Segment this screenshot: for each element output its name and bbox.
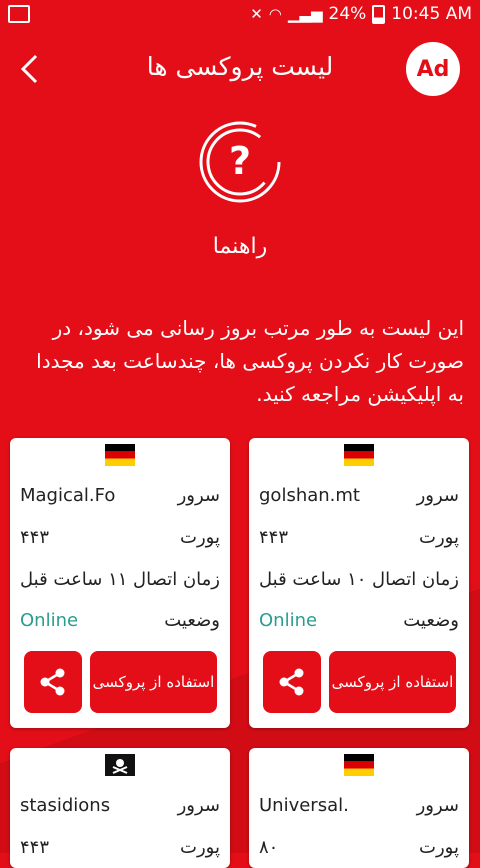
use-proxy-button[interactable]: استفاده از پروکسی	[329, 651, 456, 713]
ad-button[interactable]: Ad	[406, 42, 460, 96]
status-bar: ✕ ◠ ▁▃▅ 24% 10:45 AM	[0, 0, 480, 32]
wifi-icon: ◠	[268, 5, 282, 23]
germany-flag-icon	[344, 754, 374, 776]
svg-text:?: ?	[229, 139, 251, 183]
server-label: سرور	[177, 795, 220, 816]
use-proxy-button[interactable]: استفاده از پروکسی	[90, 651, 217, 713]
server-value: stasidions	[20, 795, 111, 816]
help-icon[interactable]: ?	[196, 118, 284, 206]
germany-flag-icon	[344, 444, 374, 466]
share-icon	[279, 668, 304, 696]
server-value: golshan.mt	[259, 485, 360, 506]
server-value: Magical.Fo	[20, 485, 116, 506]
port-value: ۴۴۳	[20, 527, 50, 548]
share-button[interactable]	[263, 651, 321, 713]
info-text: این لیست به طور مرتب بروز رسانی می شود، …	[36, 316, 464, 406]
server-label: سرور	[177, 485, 220, 506]
pirate-flag-icon	[105, 754, 135, 776]
germany-flag-icon	[105, 444, 135, 466]
port-label: پورت	[419, 527, 459, 548]
server-label: سرور	[416, 795, 459, 816]
status-value: Online	[20, 610, 79, 631]
connect-time-value: ۱۱ ساعت قبل	[20, 569, 128, 590]
battery-icon	[372, 4, 386, 24]
port-value: ۴۴۳	[20, 837, 50, 858]
app-bar: لیست پروکسی ها Ad	[0, 32, 480, 108]
status-label: وضعیت	[403, 610, 459, 631]
signal-icon: ▁▃▅	[287, 5, 323, 23]
status-label: وضعیت	[164, 610, 220, 631]
port-label: پورت	[180, 527, 220, 548]
proxy-card: سرور stasidions پورت ۴۴۳	[10, 748, 230, 868]
connect-time-label: زمان اتصال	[133, 569, 220, 590]
proxy-card: سرور Magical.Fo پورت ۴۴۳ زمان اتصال ۱۱ س…	[10, 438, 230, 728]
server-label: سرور	[416, 485, 459, 506]
connect-time-label: زمان اتصال	[372, 569, 459, 590]
port-label: پورت	[419, 837, 459, 858]
battery-text: 24%	[328, 4, 367, 24]
share-icon	[40, 668, 65, 696]
proxy-card: سرور golshan.mt پورت ۴۴۳ زمان اتصال ۱۰ س…	[249, 438, 469, 728]
clock: 10:45 AM	[391, 4, 472, 24]
share-button[interactable]	[24, 651, 82, 713]
server-value: Universal.	[259, 795, 349, 816]
help-label[interactable]: راهنما	[0, 234, 480, 259]
proxy-card: سرور Universal. پورت ۸۰	[249, 748, 469, 868]
image-icon	[8, 5, 30, 23]
connect-time-value: ۱۰ ساعت قبل	[259, 569, 367, 590]
port-value: ۴۴۳	[259, 527, 289, 548]
status-value: Online	[259, 610, 318, 631]
mute-icon: ✕	[250, 5, 263, 23]
port-label: پورت	[180, 837, 220, 858]
port-value: ۸۰	[259, 837, 279, 858]
